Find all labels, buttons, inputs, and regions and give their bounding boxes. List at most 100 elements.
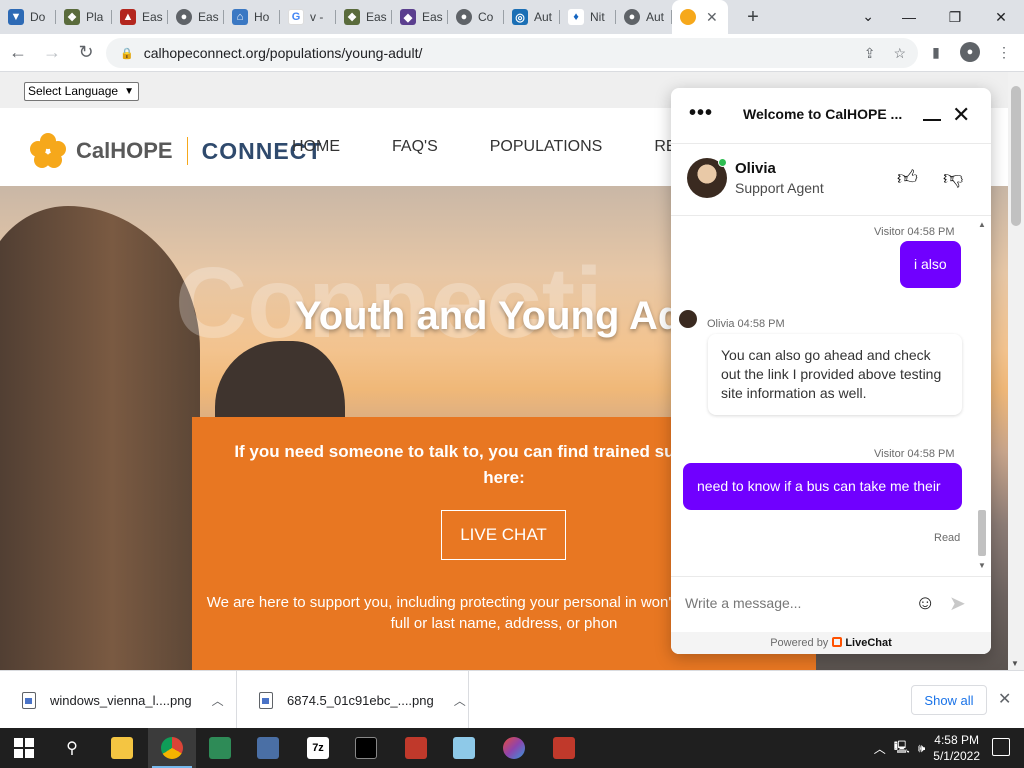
close-window-icon[interactable]: ✕ [978, 0, 1024, 34]
tab-title: Eas [198, 10, 219, 24]
browser-tab[interactable]: ▲ Eas [112, 0, 168, 34]
windows-taskbar: ⚲ 7z ︿ 🖳 🕪 4:58 PM 5/1/2022 [0, 728, 1024, 768]
start-button[interactable] [0, 728, 48, 768]
browser-tab[interactable]: ▼ Do [0, 0, 56, 34]
minimize-icon[interactable]: — [886, 0, 932, 34]
download-item[interactable]: windows_vienna_l....png ︿ [0, 671, 237, 729]
url-text: calhopeconnect.org/populations/young-adu… [143, 45, 423, 61]
close-tab-icon[interactable]: ✕ [706, 9, 718, 26]
tab-favicon-icon: ⌂ [232, 9, 248, 25]
browser-tab-strip: ▼ Do ❖ Pla ▲ Eas ● Eas ⌂ Ho Gv - ❖ Eas ◆ Eas ● C… [0, 0, 1024, 34]
hero-title: Youth and Young Adu [295, 294, 707, 338]
network-icon[interactable]: 🖳 [894, 738, 910, 759]
tab-search-icon[interactable]: ⌄ [862, 8, 874, 25]
forward-icon[interactable]: → [36, 37, 68, 69]
back-icon[interactable]: ← [2, 37, 34, 69]
chevron-up-icon[interactable]: ︿ [212, 692, 224, 709]
minimize-chat-icon[interactable] [923, 119, 941, 121]
app-icon[interactable] [244, 728, 292, 768]
tab-title: Eas [366, 10, 387, 24]
browser-tab[interactable]: ● Co [448, 0, 504, 34]
7zip-icon[interactable]: 7z [294, 728, 342, 768]
chevron-up-icon[interactable]: ︿ [874, 740, 886, 757]
message-meta: Olivia 04:58 PM [707, 318, 785, 330]
thumbs-up-icon[interactable]: 👍︎ [897, 166, 918, 190]
notification-icon[interactable] [992, 738, 1010, 756]
terminal-icon[interactable] [342, 728, 390, 768]
page-scrollbar-thumb[interactable] [1011, 86, 1021, 226]
powered-by-footer[interactable]: Powered by LiveChat [671, 632, 991, 654]
browser-tab[interactable]: ⌂ Ho [224, 0, 280, 34]
app-icon[interactable] [196, 728, 244, 768]
chat-scrollbar[interactable]: ▲ ▼ [976, 218, 988, 572]
agent-avatar [687, 158, 727, 198]
send-icon[interactable]: ➤ [949, 591, 966, 616]
logo-divider [186, 137, 188, 165]
browser-tab[interactable]: ● Eas [168, 0, 224, 34]
browser-tab[interactable]: ❖ Eas [336, 0, 392, 34]
calhope-logo[interactable]: CalHOPE CONNECT [30, 133, 322, 169]
livechat-brand: LiveChat [845, 637, 892, 649]
tab-title: Ho [254, 10, 270, 24]
new-tab-button[interactable]: + [738, 6, 768, 29]
tab-favicon-icon: ◆ [400, 9, 416, 25]
browser-tab[interactable]: Gv - [280, 0, 336, 34]
nav-item-faqs[interactable]: FAQ'S [392, 138, 438, 156]
browser-tab[interactable]: ❖ Pla [56, 0, 112, 34]
scroll-up-arrow-icon[interactable]: ▲ [978, 220, 986, 229]
tab-title: Co [478, 10, 494, 24]
volume-icon[interactable]: 🕪 [918, 741, 926, 756]
paint-icon[interactable] [490, 728, 538, 768]
browser-tab[interactable]: ◎ Aut [504, 0, 560, 34]
app-icon[interactable] [440, 728, 488, 768]
live-chat-button[interactable]: LIVE CHAT [441, 510, 566, 560]
emoji-icon[interactable]: ☺ [915, 592, 935, 615]
tab-favicon-icon: ▲ [120, 9, 136, 25]
calhope-flower-icon [680, 9, 696, 25]
language-select[interactable]: Select Language ▼ [24, 82, 139, 101]
nav-item-home[interactable]: HOME [292, 138, 340, 156]
agent-mini-avatar [679, 310, 697, 328]
file-icon [259, 691, 273, 709]
search-icon[interactable]: ⚲ [48, 728, 96, 768]
reload-icon[interactable]: ↻ [70, 37, 102, 69]
powered-by-label: Powered by [770, 637, 829, 649]
chat-title: Welcome to CalHOPE ... [743, 106, 903, 122]
page-scrollbar[interactable]: ▼ [1008, 72, 1024, 670]
agent-name: Olivia [735, 160, 776, 177]
chrome-icon[interactable] [148, 728, 196, 768]
share-icon[interactable]: ⇪ [864, 45, 876, 62]
close-chat-icon[interactable]: ✕ [952, 102, 970, 128]
message-input[interactable]: Write a message... [685, 595, 801, 611]
scroll-down-arrow-icon[interactable]: ▼ [1011, 659, 1019, 668]
scroll-down-arrow-icon[interactable]: ▼ [978, 561, 986, 570]
download-item[interactable]: 6874.5_01c91ebc_....png ︿ [237, 671, 469, 729]
show-all-button[interactable]: Show all [911, 685, 987, 715]
address-bar[interactable]: 🔒 calhopeconnect.org/populations/young-a… [106, 38, 918, 68]
thumbs-down-icon[interactable]: 👎︎ [943, 166, 963, 190]
lock-icon[interactable]: 🔒 [120, 47, 134, 60]
active-tab[interactable]: ✕ [672, 0, 728, 34]
more-options-icon[interactable]: ••• [689, 102, 713, 125]
browser-tab[interactable]: ♦ Nit [560, 0, 616, 34]
nav-item-populations[interactable]: POPULATIONS [490, 138, 603, 156]
browser-tab[interactable]: ◆ Eas [392, 0, 448, 34]
restore-icon[interactable]: ❐ [932, 0, 978, 34]
file-explorer-icon[interactable] [98, 728, 146, 768]
chevron-up-icon[interactable]: ︿ [454, 692, 466, 709]
app-icon[interactable] [540, 728, 588, 768]
livechat-logo-icon [832, 637, 843, 647]
chat-scrollbar-thumb[interactable] [978, 510, 986, 556]
system-tray: ︿ 🖳 🕪 4:58 PM 5/1/2022 [874, 728, 980, 768]
hero-rock-image [0, 206, 200, 670]
profile-avatar-icon[interactable]: ● [960, 42, 980, 62]
logo-text-calhope: CalHOPE [76, 138, 173, 163]
clock[interactable]: 4:58 PM 5/1/2022 [933, 732, 980, 764]
browser-tab[interactable]: ● Aut [616, 0, 672, 34]
app-icon[interactable] [392, 728, 440, 768]
bookmark-star-icon[interactable]: ☆ [893, 45, 906, 62]
tab-favicon-icon: ● [176, 9, 192, 25]
close-download-bar-icon[interactable]: ✕ [998, 689, 1011, 709]
side-panel-icon[interactable]: ▮ [924, 38, 948, 66]
browser-menu-icon[interactable]: ⋮ [992, 38, 1016, 66]
